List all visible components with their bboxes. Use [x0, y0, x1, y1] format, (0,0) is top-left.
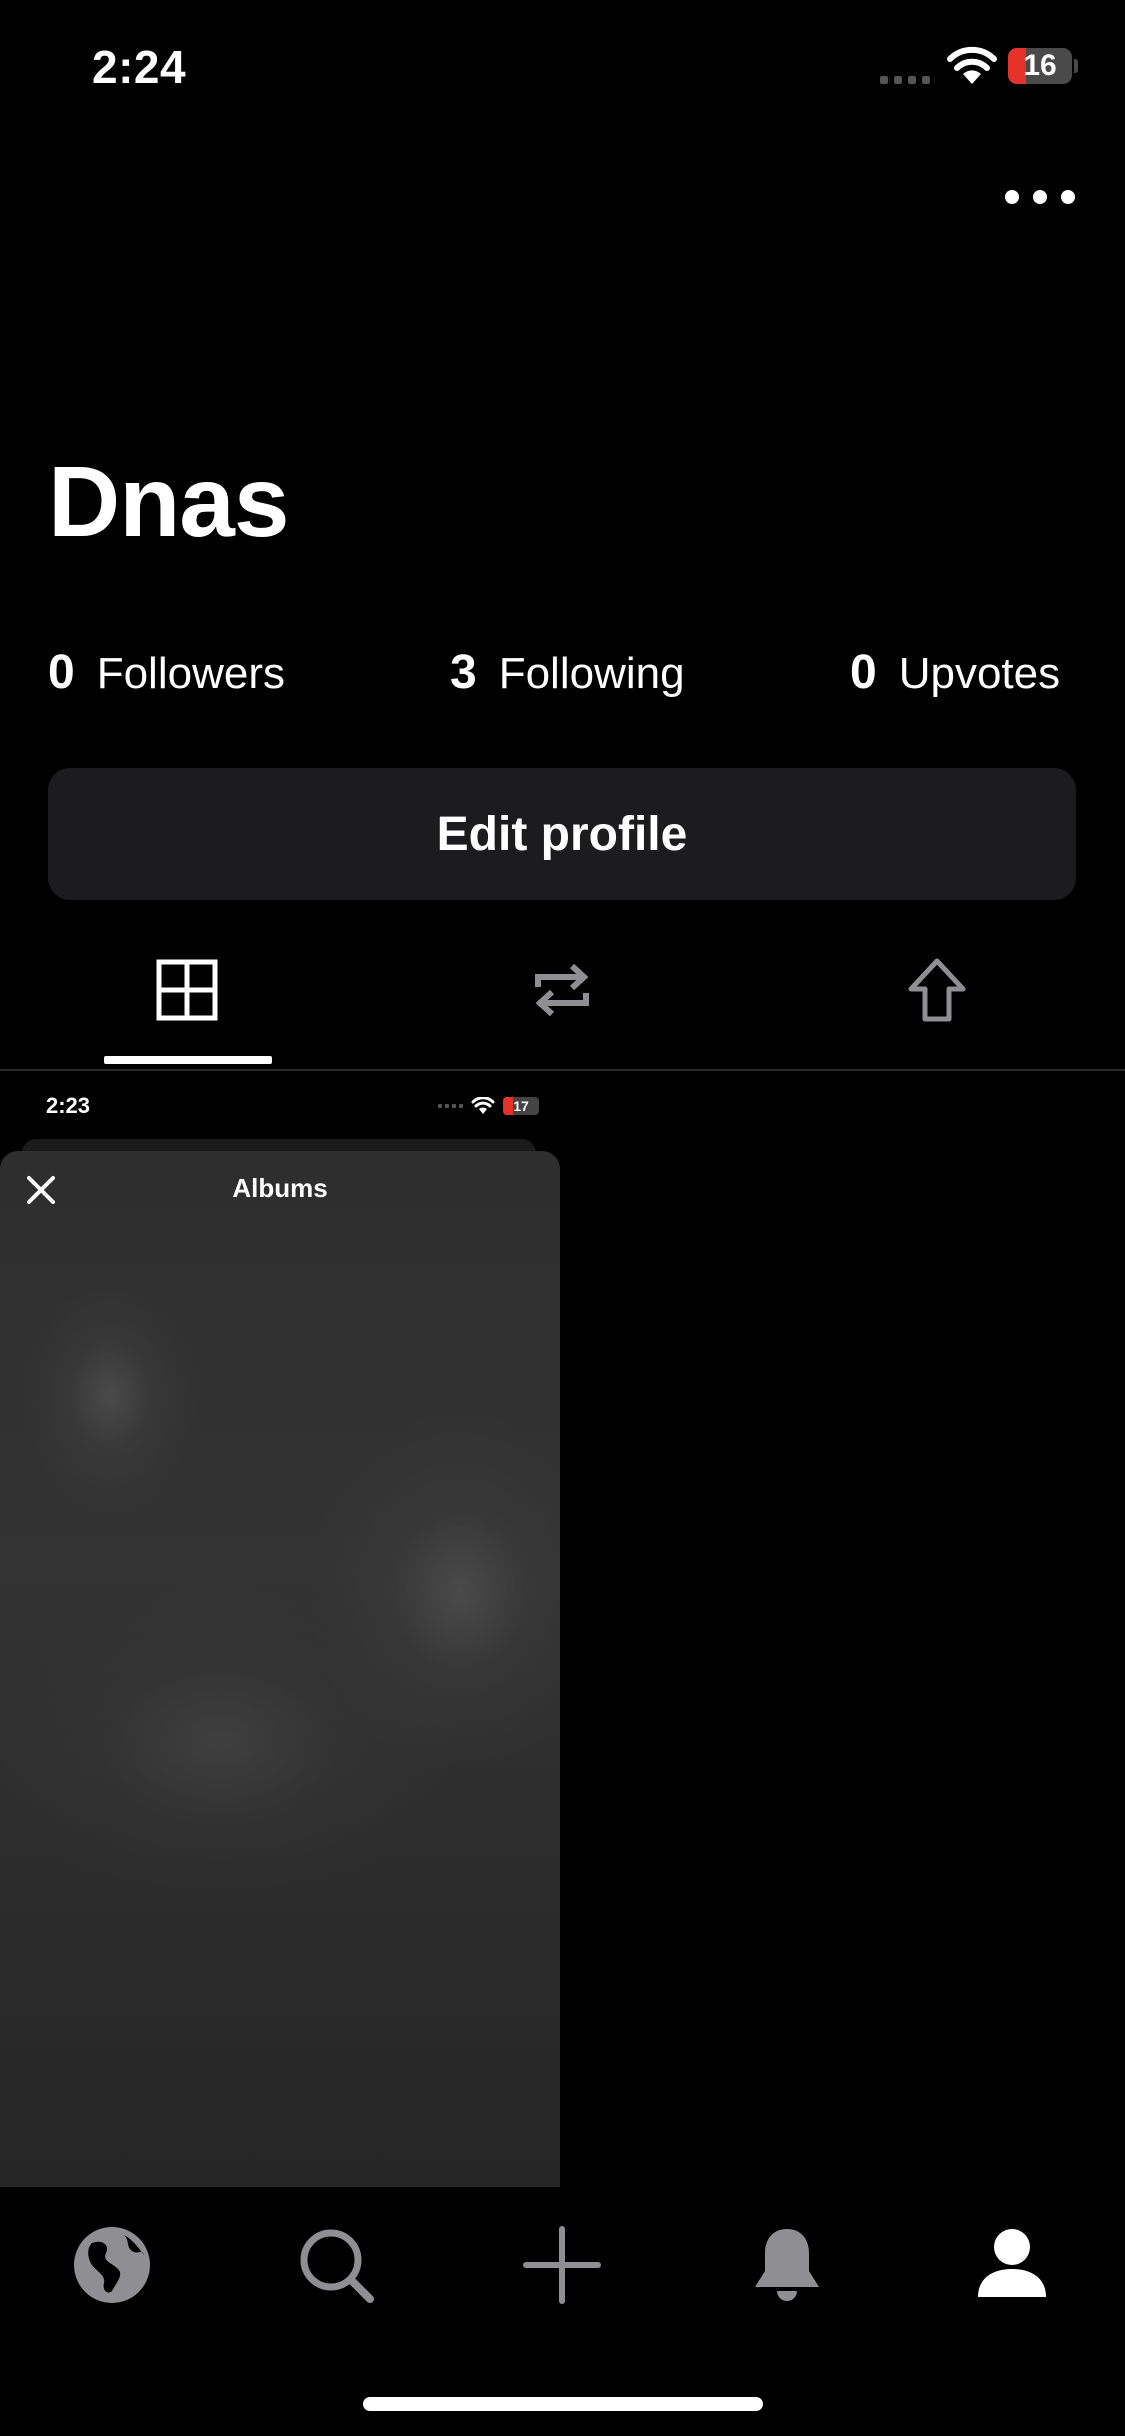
following-stat[interactable]: 3 Following — [450, 645, 685, 700]
followers-stat[interactable]: 0 Followers — [48, 645, 285, 700]
wifi-icon — [471, 1097, 495, 1114]
edit-profile-button[interactable]: Edit profile — [48, 768, 1076, 900]
globe-icon — [74, 2227, 150, 2303]
followers-count: 0 — [48, 646, 75, 699]
thumbnail-status-time: 2:23 — [46, 1093, 91, 1118]
thumbnail-sheet-title: Albums — [232, 1173, 328, 1203]
upvotes-stat[interactable]: 0 Upvotes — [850, 645, 1060, 700]
upvote-arrow-icon — [908, 958, 966, 1022]
upvotes-label: Upvotes — [898, 649, 1061, 698]
battery-icon: 17 — [503, 1097, 539, 1115]
cellular-signal-icon — [880, 76, 932, 84]
following-count: 3 — [450, 646, 477, 699]
thumbnail-status-icons: 17 — [438, 1097, 539, 1115]
repost-icon — [535, 963, 589, 1017]
thumbnail-battery-level: 17 — [513, 1098, 529, 1114]
grid-icon — [156, 959, 218, 1021]
tab-reposts[interactable] — [512, 950, 612, 1030]
blurred-album-preview — [0, 1151, 560, 2187]
tab-selected-indicator — [104, 1056, 272, 1064]
post-thumbnail[interactable]: 2:23 17 Albums — [0, 1071, 560, 2187]
wifi-icon — [947, 46, 997, 84]
more-options-button[interactable] — [1005, 180, 1075, 214]
upvotes-count: 0 — [850, 646, 877, 699]
nav-notifications[interactable] — [737, 2220, 837, 2310]
bell-icon — [755, 2229, 819, 2301]
tab-upvoted[interactable] — [887, 950, 987, 1030]
home-indicator — [363, 2397, 763, 2411]
following-label: Following — [498, 649, 685, 698]
nav-explore[interactable] — [62, 2220, 162, 2310]
more-dot-icon — [1005, 190, 1019, 204]
tab-posts[interactable] — [137, 950, 237, 1030]
cellular-signal-icon — [438, 1104, 463, 1108]
nav-search[interactable] — [286, 2220, 386, 2310]
more-dot-icon — [1061, 190, 1075, 204]
nav-create[interactable] — [512, 2220, 612, 2310]
plus-icon — [523, 2226, 601, 2304]
profile-icon — [978, 2229, 1046, 2297]
status-time: 2:24 — [92, 41, 187, 93]
followers-label: Followers — [96, 649, 285, 698]
more-dot-icon — [1033, 190, 1047, 204]
search-icon — [300, 2229, 374, 2303]
battery-icon: 16 — [1008, 48, 1078, 84]
nav-profile[interactable] — [962, 2220, 1062, 2310]
battery-level: 16 — [1023, 49, 1057, 82]
profile-name: Dnas — [48, 446, 290, 558]
